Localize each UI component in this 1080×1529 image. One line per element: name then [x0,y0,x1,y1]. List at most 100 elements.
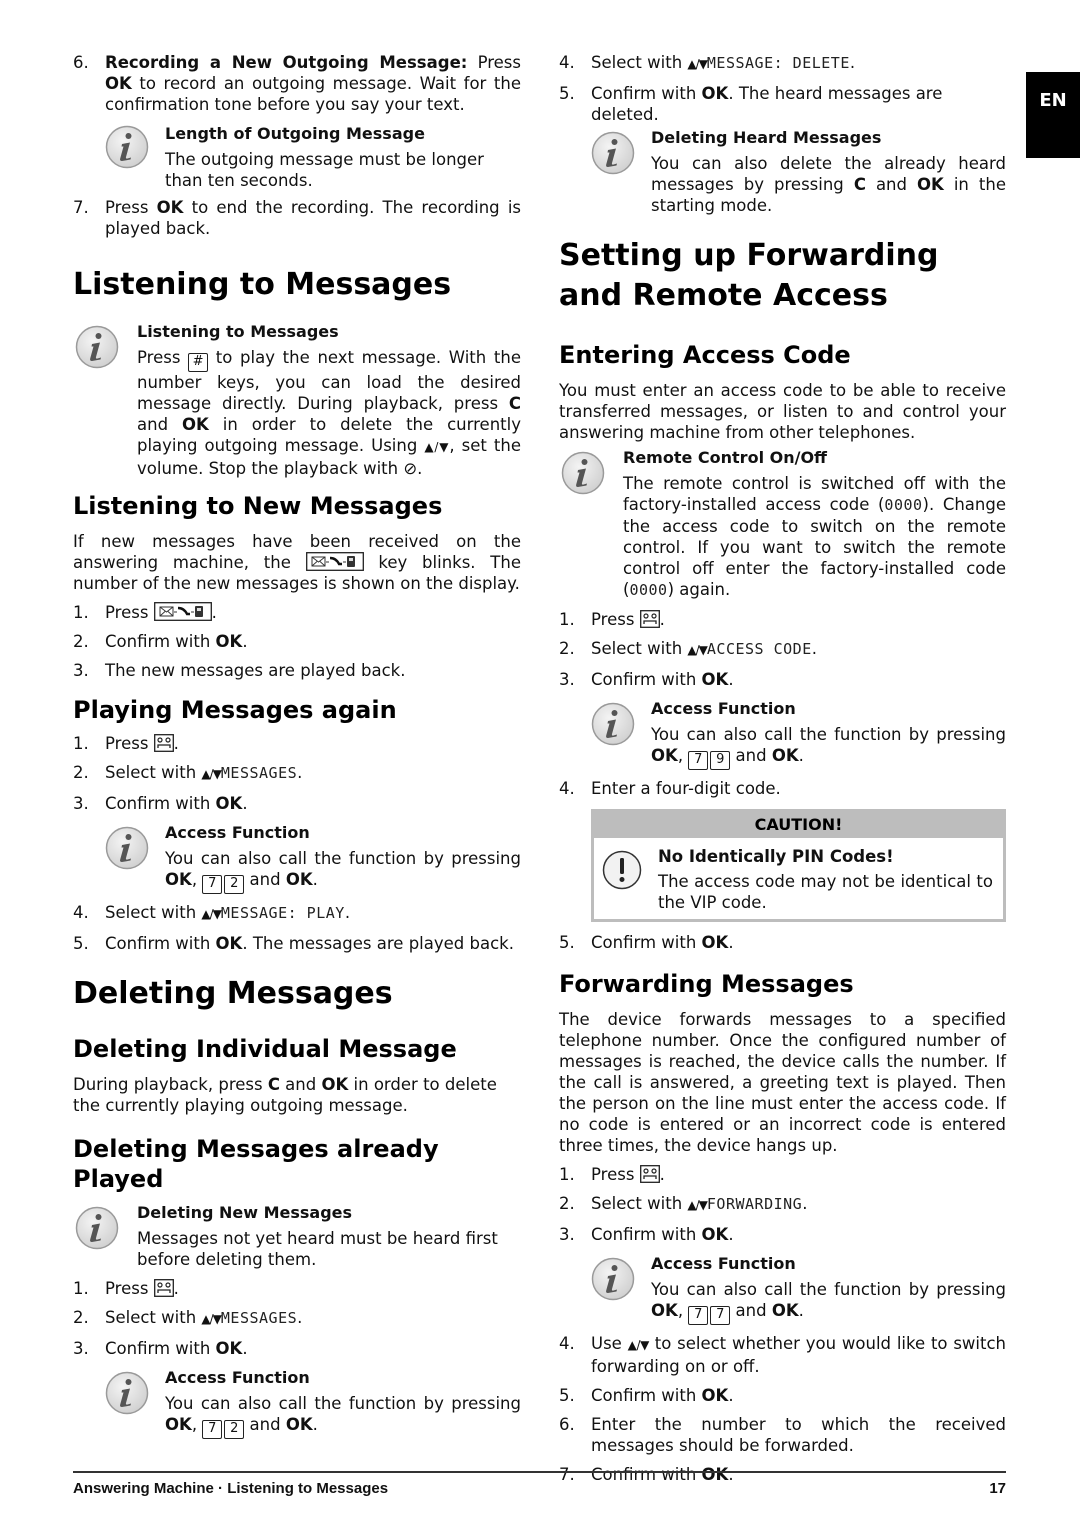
new-messages-paragraph: If new messages have been received on th… [73,532,521,593]
note-text: The remote control is switched off with … [623,474,1007,599]
key-9-icon: 9 [710,751,731,770]
note-text: The outgoing message must be longer than… [165,150,484,190]
note-text: Messages not yet heard must be heard fir… [137,1229,498,1269]
note-title: Access Function [165,823,310,842]
list-item: 1. Press . [559,610,665,629]
up-down-arrows-icon: ▲/▼ [687,643,707,657]
list-item: 3. The new messages are played back. [73,661,406,680]
up-down-arrows-icon: ▲/▼ [687,57,707,71]
up-down-arrows-icon: ▲/▼ [201,1312,221,1326]
list-item: 5. Confirm with OK. [559,933,734,952]
key-7-icon: 7 [688,1306,709,1325]
left-column: 6. Recording a New Outgoing Message: Pre… [73,52,521,1445]
list-item: 2. Select with ▲/▼ACCESS CODE. [559,639,817,658]
list-item: 4. Select with ▲/▼MESSAGE: PLAY. [73,903,351,922]
language-tab: EN [1026,72,1080,158]
note-title: Deleting New Messages [137,1203,353,1222]
hash-key-icon: # [188,353,209,372]
heading-deleting-messages: Deleting Messages [73,976,393,1011]
list-item: 3. Confirm with OK. [559,1225,734,1244]
up-down-arrows-icon: ▲/▼ [201,767,221,781]
forwarding-steps: 1. Press . 2. Select with ▲/▼FORWARDING. 3… [559,1164,1006,1245]
key-2-icon: 2 [224,1420,245,1439]
note-text: Press # to play the next message. With t… [137,348,522,478]
caution-body: No Identically PIN Codes! The access cod… [594,838,1003,919]
info-icon [75,1206,119,1250]
info-note-remote-control: Remote Control On/Off The remote control… [559,447,1006,601]
key-7-icon: 7 [688,751,709,770]
up-down-arrows-icon: ▲/▼ [627,1338,650,1352]
access-code-steps: 1. Press . 2. Select with ▲/▼ACCESS CODE. … [559,609,1006,690]
lcd-code: 0000 [629,581,668,599]
forwarding-steps-2: 4. Use ▲/▼ to select whether you would li… [559,1333,1006,1485]
page-number: 17 [989,1480,1006,1497]
heading-deleting-individual: Deleting Individual Message [73,1035,457,1063]
note-title: Length of Outgoing Message [165,124,425,143]
note-title: Remote Control On/Off [623,448,828,467]
message-key-icon [154,602,212,621]
up-down-arrows-icon: ▲/▼ [201,907,221,921]
heading-forwarding-messages: Forwarding Messages [559,970,854,998]
warning-icon [602,850,642,890]
heading-playing-again: Playing Messages again [73,696,397,724]
info-icon [591,702,635,746]
info-note-access-function: Access Function You can also call the fu… [591,1253,1006,1325]
note-title: Listening to Messages [137,322,339,341]
list-item: 4. Enter a four-digit code. [559,779,781,798]
note-title: Access Function [651,699,796,718]
access-code-steps-3: 5. Confirm with OK. [559,932,1006,953]
caution-title: No Identically PIN Codes! [658,847,894,866]
new-messages-steps: 1. Press . 2. Confirm with OK. 3. The new m… [73,602,521,681]
caution-text: The access code may not be identical to … [658,872,993,912]
list-item: 5. Confirm with OK. [559,1386,734,1405]
note-text: You can also call the function by pressi… [651,1279,1006,1325]
up-down-arrows-icon: ▲/▼ [687,1198,707,1212]
playing-again-steps: 1. Press . 2. Select with ▲/▼MESSAGES. 3. C… [73,733,521,814]
key-7-icon: 7 [202,875,223,894]
heading-entering-access-code: Entering Access Code [559,341,851,369]
list-item: 4. Select with ▲/▼MESSAGE: DELETE. [559,53,856,72]
lcd-menu-text: MESSAGES [220,764,298,782]
list-item: 1. Press . [73,1279,179,1298]
info-icon [105,1371,149,1415]
heading-listening-new: Listening to New Messages [73,492,443,520]
info-icon [561,451,605,495]
message-key-icon [306,552,364,571]
info-note-outgoing-length: Length of Outgoing Message The outgoing … [105,123,521,191]
list-item: 6. Recording a New Outgoing Message: Pre… [73,53,522,114]
delete-steps: 4. Select with ▲/▼MESSAGE: DELETE. 5. Conf… [559,52,1006,125]
note-title: Access Function [165,1368,310,1387]
caution-box: CAUTION! No Identically PIN Codes! The a… [591,809,1006,922]
lcd-menu-text: FORWARDING [706,1195,803,1213]
key-7-icon: 7 [202,1420,223,1439]
tape-key-icon [154,1279,174,1297]
note-title: Access Function [651,1254,796,1273]
note-text: You can also delete the already heard me… [651,154,1006,215]
list-item: 2. Select with ▲/▼FORWARDING. [559,1194,808,1213]
info-icon [75,325,119,369]
individual-paragraph: During playback, press C and OK in order… [73,1075,497,1115]
info-icon [591,131,635,175]
key-2-icon: 2 [224,875,245,894]
right-column: 4. Select with ▲/▼MESSAGE: DELETE. 5. Conf… [559,52,1006,1493]
footer-divider [73,1471,1006,1473]
tape-key-icon [640,610,660,628]
list-item: 3. Confirm with OK. [73,1339,248,1358]
note-title: Deleting Heard Messages [651,128,882,147]
list-item: 6. Enter the number to which the received… [559,1415,1006,1455]
tape-key-icon [154,734,174,752]
forwarding-paragraph: The device forwards messages to a specif… [559,1010,1006,1155]
caution-header: CAUTION! [594,812,1003,838]
list-item: 2. Select with ▲/▼MESSAGES. [73,1308,303,1327]
list-item: 7. Press OK to end the recording. The re… [73,198,522,238]
info-note-deleting-heard: Deleting Heard Messages You can also del… [591,127,1006,216]
info-icon [105,826,149,870]
access-code-steps-2: 4. Enter a four-digit code. [559,778,1006,799]
note-text: You can also call the function by pressi… [165,1393,521,1439]
list-item: 3. Confirm with OK. [73,794,248,813]
lcd-menu-text: MESSAGE: PLAY [220,904,345,922]
info-note-listening: Listening to Messages Press # to play th… [73,321,521,479]
list-item: 7. Confirm with OK. [559,1465,734,1484]
deleting-played-steps: 1. Press . 2. Select with ▲/▼MESSAGES. 3. C… [73,1278,521,1359]
info-note-access-function: Access Function You can also call the fu… [105,1367,521,1439]
